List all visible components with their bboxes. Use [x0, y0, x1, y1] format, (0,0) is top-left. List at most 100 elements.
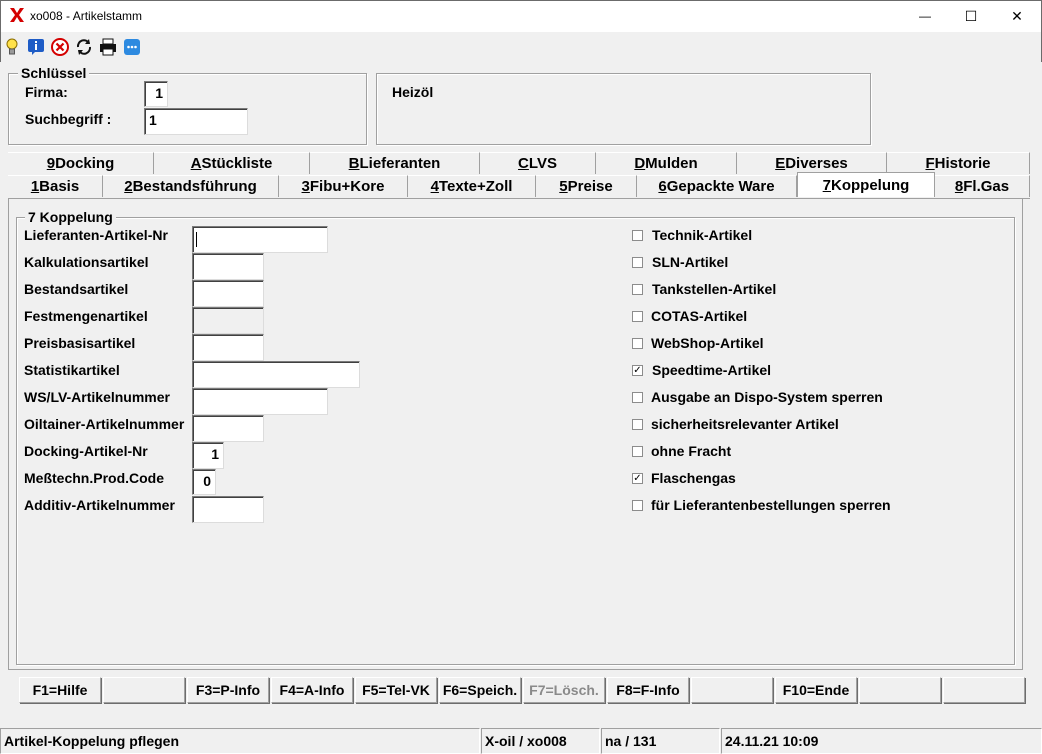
tab-diverses[interactable]: E Diverses	[737, 152, 887, 174]
maximize-button[interactable]: ☐	[948, 0, 994, 32]
key-group-title: Schlüssel	[18, 65, 90, 81]
tab-lieferanten[interactable]: B Lieferanten	[310, 152, 480, 174]
status-message: Artikel-Koppelung pflegen	[0, 728, 480, 754]
speedtime-artikel-checkbox[interactable]: ✓	[632, 365, 643, 376]
tab-bestandsfuehrung[interactable]: 2 Bestandsführung	[103, 175, 279, 197]
statistikartikel-label: Statistikartikel	[24, 362, 120, 378]
festmengenartikel-input[interactable]	[192, 307, 264, 334]
flaschengas-label: Flaschengas	[651, 470, 736, 486]
tab-gepackte-ware[interactable]: 6 Gepackte Ware	[637, 175, 797, 197]
bestandsartikel-input[interactable]	[192, 280, 264, 307]
tab-fibu-kore[interactable]: 3 Fibu+Kore	[279, 175, 408, 197]
tab-historie[interactable]: F Historie	[887, 152, 1030, 174]
lieferanten-artikel-nr-label: Lieferanten-Artikel-Nr	[24, 227, 168, 243]
docking-artikel-nr-label: Docking-Artikel-Nr	[24, 443, 148, 459]
tab-docking[interactable]: 9 Docking	[8, 152, 154, 174]
suchbegriff-input[interactable]: 1	[144, 108, 248, 135]
title-bar	[0, 0, 1042, 32]
status-user: na / 131	[601, 728, 720, 754]
toolbar	[0, 32, 1042, 62]
kalkulationsartikel-label: Kalkulationsartikel	[24, 254, 149, 270]
sicherheitsrelevant-checkbox[interactable]	[632, 419, 643, 430]
f12-empty-button[interactable]	[943, 677, 1025, 703]
close-window-button[interactable]: ✕	[994, 0, 1040, 32]
f3-p-info-button[interactable]: F3=P-Info	[187, 677, 269, 703]
messtechn-prod-code-input[interactable]: 0	[192, 469, 216, 495]
flaschengas-checkbox[interactable]: ✓	[632, 473, 643, 484]
dispo-sperren-label: Ausgabe an Dispo-System sperren	[651, 389, 883, 405]
printer-icon[interactable]	[98, 37, 118, 57]
ohne-fracht-label: ohne Fracht	[651, 443, 732, 459]
f4-a-info-button[interactable]: F4=A-Info	[271, 677, 353, 703]
koppelung-group-title: 7 Koppelung	[25, 209, 116, 225]
webshop-artikel-label: WebShop-Artikel	[651, 335, 764, 351]
dispo-sperren-checkbox[interactable]	[632, 392, 643, 403]
minimize-icon: —	[919, 9, 931, 23]
text-cursor	[196, 232, 197, 247]
lightbulb-icon[interactable]	[2, 37, 22, 57]
tab-row-lower: 1 Basis 2 Bestandsführung 3 Fibu+Kore 4 …	[8, 172, 1030, 199]
tankstellen-artikel-label: Tankstellen-Artikel	[652, 281, 777, 297]
tab-mulden[interactable]: D Mulden	[596, 152, 737, 174]
oiltainer-artikelnummer-label: Oiltainer-Artikelnummer	[24, 416, 185, 432]
tankstellen-artikel-checkbox[interactable]	[632, 284, 643, 295]
sln-artikel-checkbox[interactable]	[632, 257, 643, 268]
lieferantenbestellungen-sperren-label: für Lieferantenbestellungen sperren	[651, 497, 891, 513]
tab-basis[interactable]: 1 Basis	[8, 175, 103, 197]
cotas-artikel-label: COTAS-Artikel	[651, 308, 748, 324]
docking-artikel-nr-input[interactable]: 1	[192, 442, 224, 469]
tab-koppelung[interactable]: 7 Koppelung	[797, 172, 935, 197]
additiv-artikelnummer-input[interactable]	[192, 496, 264, 523]
status-system: X-oil / xo008	[481, 728, 600, 754]
sln-artikel-label: SLN-Artikel	[652, 254, 729, 270]
sicherheitsrelevant-label: sicherheitsrelevanter Artikel	[651, 416, 839, 432]
cotas-artikel-checkbox[interactable]	[632, 311, 643, 322]
chat-icon[interactable]	[122, 37, 142, 57]
preisbasisartikel-label: Preisbasisartikel	[24, 335, 136, 351]
close-icon: ✕	[1011, 7, 1023, 24]
preisbasisartikel-input[interactable]	[192, 334, 264, 361]
technik-artikel-checkbox[interactable]	[632, 230, 643, 241]
f2-empty-button[interactable]	[103, 677, 185, 703]
status-datetime: 24.11.21 10:09	[721, 728, 1042, 754]
product-name: Heizöl	[392, 84, 434, 100]
lieferantenbestellungen-sperren-checkbox[interactable]	[632, 500, 643, 511]
f11-empty-button[interactable]	[859, 677, 941, 703]
technik-artikel-label: Technik-Artikel	[652, 227, 753, 243]
oiltainer-artikelnummer-input[interactable]	[192, 415, 264, 442]
festmengenartikel-label: Festmengenartikel	[24, 308, 148, 324]
bestandsartikel-label: Bestandsartikel	[24, 281, 129, 297]
tab-preise[interactable]: 5 Preise	[536, 175, 637, 197]
additiv-artikelnummer-label: Additiv-Artikelnummer	[24, 497, 175, 513]
tab-stueckliste[interactable]: A Stückliste	[154, 152, 310, 174]
tab-fl-gas[interactable]: 8 Fl.Gas	[935, 175, 1030, 197]
window-title: xo008 - Artikelstamm	[30, 9, 143, 23]
maximize-icon: ☐	[964, 7, 978, 24]
ohne-fracht-checkbox[interactable]	[632, 446, 643, 457]
refresh-icon[interactable]	[74, 37, 94, 57]
f1-help-button[interactable]: F1=Hilfe	[19, 677, 101, 703]
app-logo-icon	[10, 8, 24, 22]
webshop-artikel-checkbox[interactable]	[632, 338, 643, 349]
firma-label: Firma:	[25, 84, 68, 100]
koppelung-groupbox	[16, 217, 1015, 665]
f9-empty-button[interactable]	[691, 677, 773, 703]
tab-texte-zoll[interactable]: 4 Texte+Zoll	[408, 175, 536, 197]
ws-lv-artikelnummer-input[interactable]	[192, 388, 328, 415]
speedtime-artikel-label: Speedtime-Artikel	[652, 362, 772, 378]
f8-f-info-button[interactable]: F8=F-Info	[607, 677, 689, 703]
info-icon[interactable]	[26, 37, 46, 57]
firma-input[interactable]: 1	[144, 81, 168, 107]
kalkulationsartikel-input[interactable]	[192, 253, 264, 280]
f10-exit-button[interactable]: F10=Ende	[775, 677, 857, 703]
f6-save-button[interactable]: F6=Speich.	[439, 677, 521, 703]
f7-delete-button[interactable]: F7=Lösch.	[523, 677, 605, 703]
suchbegriff-label: Suchbegriff :	[25, 111, 112, 127]
minimize-button[interactable]: —	[902, 0, 948, 32]
statistikartikel-input[interactable]	[192, 361, 360, 388]
tab-lvs[interactable]: C LVS	[480, 152, 596, 174]
cancel-icon[interactable]	[50, 37, 70, 57]
product-info-box	[376, 73, 871, 145]
f5-tel-vk-button[interactable]: F5=Tel-VK	[355, 677, 437, 703]
lieferanten-artikel-nr-input[interactable]	[192, 226, 328, 253]
